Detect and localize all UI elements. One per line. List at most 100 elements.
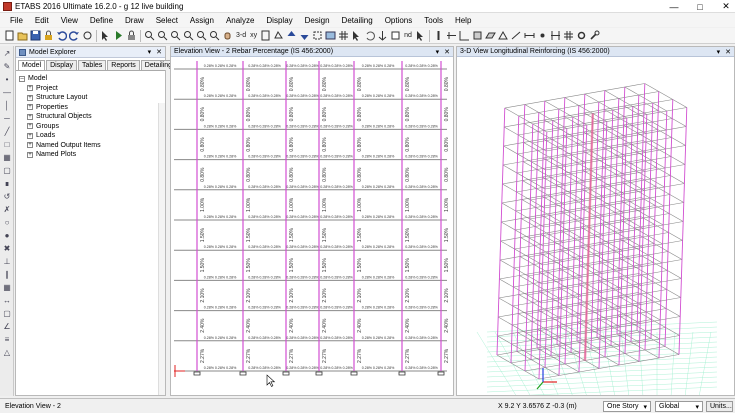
- draw-beam-icon[interactable]: [446, 30, 457, 41]
- tree-item-groups[interactable]: + Groups: [27, 122, 162, 132]
- rotate-view-icon[interactable]: [273, 30, 284, 41]
- tab-reports[interactable]: Reports: [107, 60, 140, 70]
- draw-grid-icon[interactable]: [550, 30, 561, 41]
- tree-item-project[interactable]: + Project: [27, 84, 162, 94]
- settings-icon[interactable]: [576, 30, 587, 41]
- explorer-scrollbar[interactable]: [158, 103, 165, 395]
- zoom-in-icon[interactable]: [144, 30, 155, 41]
- expand-icon[interactable]: +: [27, 123, 33, 130]
- draw-wall-icon[interactable]: [472, 30, 483, 41]
- object-shrink-icon[interactable]: △: [1, 347, 13, 358]
- grid-icon[interactable]: [338, 30, 349, 41]
- draw-point-tool-icon[interactable]: •: [1, 74, 13, 85]
- tree-root-model[interactable]: – Model: [19, 74, 162, 84]
- run-analysis-icon[interactable]: [113, 30, 124, 41]
- collapse-icon[interactable]: –: [19, 75, 25, 82]
- tree-item-structure-layout[interactable]: + Structure Layout: [27, 93, 162, 103]
- menu-assign[interactable]: Assign: [184, 16, 220, 25]
- draw-beam-tool-icon[interactable]: ─: [1, 113, 13, 124]
- menu-design[interactable]: Design: [299, 16, 336, 25]
- tree-item-structural-objects[interactable]: + Structural Objects: [27, 112, 162, 122]
- select-pointer-icon[interactable]: ↗: [1, 48, 13, 59]
- tab-model[interactable]: Model: [18, 60, 46, 70]
- draw-wall-tool-icon[interactable]: ▦: [1, 152, 13, 163]
- snap-points-icon[interactable]: ○: [1, 217, 13, 228]
- menu-analyze[interactable]: Analyze: [220, 16, 260, 25]
- previous-selection-icon[interactable]: ↺: [1, 191, 13, 202]
- lock-model-icon[interactable]: [126, 30, 137, 41]
- undo-view-icon[interactable]: [364, 30, 376, 41]
- draw-brace-icon[interactable]: [459, 30, 470, 41]
- tree-item-properties[interactable]: + Properties: [27, 103, 162, 113]
- set-display-options-icon[interactable]: [325, 30, 336, 41]
- select-all-tool-icon[interactable]: ∎: [1, 178, 13, 189]
- expand-icon[interactable]: +: [27, 94, 33, 101]
- expand-icon[interactable]: +: [27, 132, 33, 139]
- draw-slab-icon[interactable]: [485, 30, 496, 41]
- pan-icon[interactable]: [196, 30, 207, 41]
- expand-icon[interactable]: +: [27, 142, 33, 149]
- expand-icon[interactable]: +: [27, 85, 33, 92]
- draw-line-tool-icon[interactable]: ―: [1, 87, 13, 98]
- view-close-icon[interactable]: ✕: [444, 48, 450, 56]
- view-dropdown-icon[interactable]: ▾: [436, 48, 440, 56]
- tree-item-named-output-items[interactable]: + Named Output Items: [27, 141, 162, 151]
- load-icon[interactable]: [377, 30, 388, 41]
- zoom-extents-icon[interactable]: [209, 30, 220, 41]
- lock-icon[interactable]: [43, 30, 54, 41]
- draw-dimension-icon[interactable]: [524, 30, 535, 41]
- snap-perpendicular-icon[interactable]: ⊥: [1, 256, 13, 267]
- move-up-icon[interactable]: [286, 30, 297, 41]
- elevation-view-icon[interactable]: [260, 30, 271, 41]
- ruler-icon[interactable]: ≡: [1, 334, 13, 345]
- view-dropdown-icon[interactable]: ▾: [717, 48, 721, 56]
- tree-item-loads[interactable]: + Loads: [27, 131, 162, 141]
- measure-area-icon[interactable]: ▢: [1, 308, 13, 319]
- view-3d-button[interactable]: 3-d: [234, 32, 248, 39]
- new-model-icon[interactable]: [4, 30, 15, 41]
- zoom-window-icon[interactable]: [157, 30, 168, 41]
- cursor-icon[interactable]: [415, 30, 426, 41]
- undo-icon[interactable]: [56, 30, 67, 41]
- expand-icon[interactable]: +: [27, 104, 33, 111]
- draw-floor-tool-icon[interactable]: □: [1, 139, 13, 150]
- 3d-drawing[interactable]: [457, 57, 734, 395]
- plan-view-button[interactable]: xy: [248, 32, 259, 39]
- draw-opening-icon[interactable]: [498, 30, 509, 41]
- menu-file[interactable]: File: [4, 16, 29, 25]
- draw-link-icon[interactable]: [511, 30, 522, 41]
- snap-lines-icon[interactable]: ∥: [1, 269, 13, 280]
- menu-options[interactable]: Options: [379, 16, 419, 25]
- menu-tools[interactable]: Tools: [418, 16, 449, 25]
- snap-ends-icon[interactable]: ●: [1, 230, 13, 241]
- select-object-icon[interactable]: [312, 30, 323, 41]
- clear-selection-icon[interactable]: ✗: [1, 204, 13, 215]
- view-close-icon[interactable]: ✕: [725, 48, 731, 56]
- save-icon[interactable]: [30, 30, 41, 41]
- draw-brace-tool-icon[interactable]: ╱: [1, 126, 13, 137]
- refresh-icon[interactable]: [82, 30, 93, 41]
- coord-system-dropdown[interactable]: Global ▾: [655, 401, 703, 412]
- tab-display[interactable]: Display: [46, 60, 78, 70]
- tab-tables[interactable]: Tables: [78, 60, 107, 70]
- redo-icon[interactable]: [69, 30, 80, 41]
- minimize-button[interactable]: —: [669, 2, 679, 12]
- panel-close-icon[interactable]: ✕: [156, 48, 162, 56]
- zoom-out-icon[interactable]: [170, 30, 181, 41]
- pointer-icon[interactable]: [100, 30, 111, 41]
- expand-icon[interactable]: +: [27, 151, 33, 158]
- zoom-previous-icon[interactable]: [183, 30, 194, 41]
- measure-angle-icon[interactable]: ∠: [1, 321, 13, 332]
- pin-dropdown-icon[interactable]: ▾: [148, 48, 152, 56]
- menu-view[interactable]: View: [55, 16, 84, 25]
- mesh-icon[interactable]: [563, 30, 574, 41]
- open-folder-icon[interactable]: [17, 30, 28, 41]
- snap-intersection-icon[interactable]: ✖: [1, 243, 13, 254]
- draw-opening-tool-icon[interactable]: ▢: [1, 165, 13, 176]
- menu-detailing[interactable]: Detailing: [336, 16, 379, 25]
- menu-edit[interactable]: Edit: [29, 16, 55, 25]
- properties-icon[interactable]: [390, 30, 401, 41]
- node-label-button[interactable]: nd: [402, 32, 414, 39]
- draw-column-tool-icon[interactable]: │: [1, 100, 13, 111]
- menu-display[interactable]: Display: [260, 16, 298, 25]
